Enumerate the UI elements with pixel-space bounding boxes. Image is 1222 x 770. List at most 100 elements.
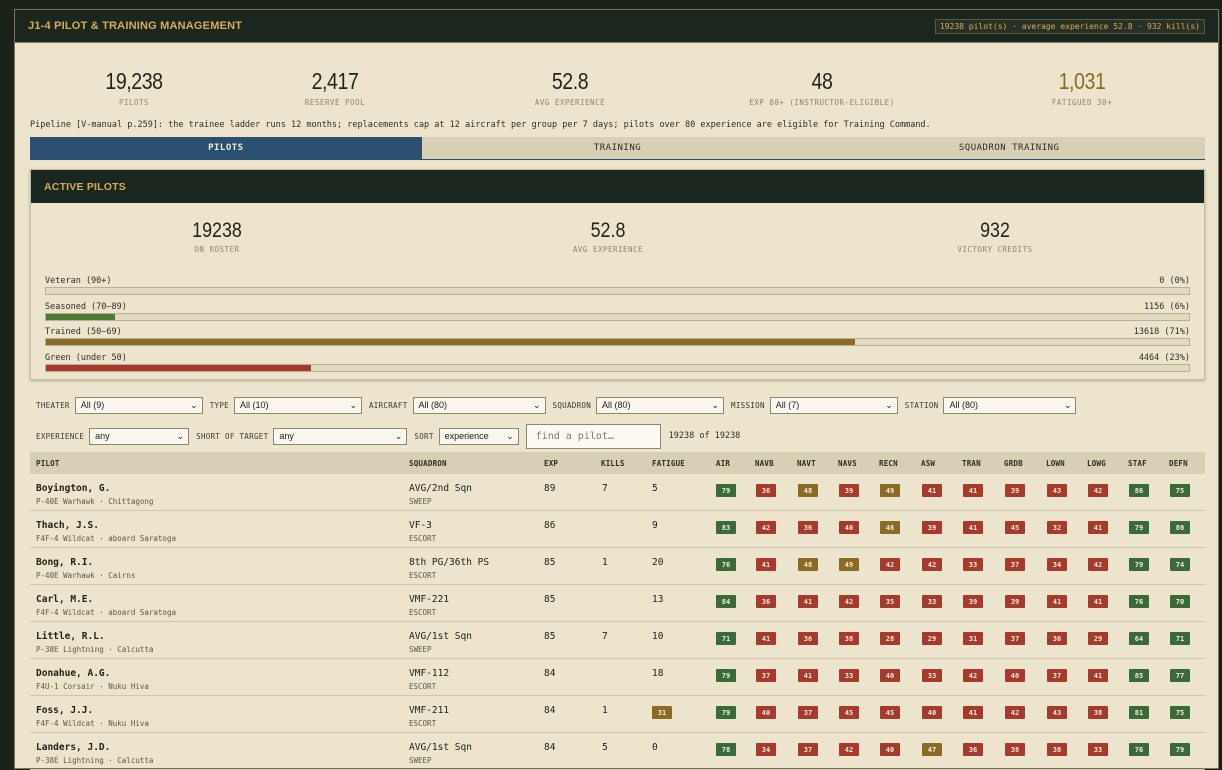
pilot-fatigue: 9 [652,520,658,531]
pilot-name[interactable]: Thach, J.S. [36,520,99,531]
skill-badge-defn: 71 [1170,632,1190,645]
column-header-pilot[interactable]: PILOT [36,459,60,468]
tab-training[interactable]: TRAINING [421,137,814,159]
column-header-asw[interactable]: ASW [921,459,935,468]
skill-badge-air: 84 [716,595,736,608]
column-header-staf[interactable]: STAF [1128,459,1147,468]
column-header-navb[interactable]: NAVB [755,459,774,468]
pilot-exp: 85 [544,631,556,642]
filter-short-of-target-select[interactable]: any ⌄ [273,427,408,445]
filter-label: THEATER [36,400,70,410]
pilot-exp: 84 [544,742,556,753]
band-fill [46,365,312,371]
table-row[interactable]: Thach, J.S. F4F-4 Wildcat · aboard Sarato… [30,511,1205,548]
column-header-kills[interactable]: KILLS [601,459,625,468]
skill-badge-lown: 36 [1047,632,1067,645]
kpi-value: 52.8 [551,68,589,94]
skill-badge-grdb: 42 [1005,706,1025,719]
skill-badge-asw: 47 [922,743,942,756]
tab-squadron-training[interactable]: SQUADRON TRAINING [813,137,1206,159]
filter-bar: THEATER All (9) ⌄ TYPE All (10) ⌄ AIRCRAFT All … [30,382,1205,452]
pilot-name[interactable]: Donahue, A.G. [36,668,110,679]
pilot-name[interactable]: Landers, J.D. [36,742,110,753]
chevron-down-icon: ⌄ [190,399,198,410]
pilot-fatigue: 5 [652,483,658,494]
column-header-exp[interactable]: EXP [544,459,558,468]
kpi-value: 2,417 [311,68,359,94]
pilot-kills: 7 [602,483,608,494]
kpi-value: 48 [811,68,833,94]
pilot-aircraft: F4F-4 Wildcat · aboard Saratoga [36,608,176,617]
table-row[interactable]: Little, R.L. P-38E Lightning · Calcutta AV… [30,622,1205,659]
column-header-navs[interactable]: NAVS [838,459,857,468]
skill-badge-navt: 37 [798,743,818,756]
table-row[interactable]: Carl, M.E. F4F-4 Wildcat · aboard Saratog… [30,585,1205,622]
column-header-recn[interactable]: RECN [879,459,898,468]
tab-pilots[interactable]: PILOTS [30,137,422,159]
filter-aircraft-select[interactable]: All (80) ⌄ [412,396,546,414]
pilot-name[interactable]: Boyington, G. [36,483,110,494]
pilot-name[interactable]: Little, R.L. [36,631,105,642]
filter-squadron-select[interactable]: All (80) ⌄ [596,396,725,414]
skill-badge-navt: 36 [798,632,818,645]
skill-badge-asw: 40 [922,706,942,719]
column-header-lown[interactable]: LOWN [1046,459,1065,468]
kpi-value: 19,238 [105,68,163,94]
table-row[interactable]: Foss, J.J. F4F-4 Wildcat · Nuku Hiva VMF-2… [30,696,1205,733]
filter-type-select[interactable]: All (10) ⌄ [233,396,362,414]
table-body: Boyington, G. P-40E Warhawk · Chittagong A… [30,474,1205,770]
pilot-search-input[interactable]: find a pilot… [525,423,661,449]
table-row[interactable]: Boyington, G. P-40E Warhawk · Chittagong A… [30,474,1205,511]
kpi-card: 52.8 AVG EXPERIENCE [460,68,680,107]
pilot-name[interactable]: Foss, J.J. [36,705,93,716]
filter-theater-select[interactable]: All (9) ⌄ [74,396,203,414]
pilot-name[interactable]: Bong, R.I. [36,557,93,568]
skill-badge-air: 76 [716,558,736,571]
skill-badge-navb: 41 [756,632,776,645]
pipeline-note: Pipeline [V-manual p.259]: the trainee l… [30,120,931,130]
band-count: 1156 (6%) [1143,302,1190,312]
skill-badge-lown: 32 [1047,521,1067,534]
column-header-squadron[interactable]: SQUADRON [409,459,447,468]
filter-station-select[interactable]: All (80) ⌄ [943,396,1077,414]
filter-label: MISSION [731,400,765,410]
table-header: PILOT SQUADRON EXP KILLS FATIGUE AIR NAVB NAVT N… [30,452,1205,474]
pilot-kills: 1 [602,557,608,568]
skill-badge-navb: 36 [756,484,776,497]
skill-badge-grdb: 37 [1005,558,1025,571]
filter-sort-select[interactable]: experience ⌄ [438,427,519,445]
skill-badge-staf: 76 [1129,595,1149,608]
pilot-mission: ESCORT [409,608,437,617]
chevron-down-icon: ⌄ [532,399,541,410]
roster-stat-value: 52.8 [590,219,626,242]
column-header-lowg[interactable]: LOWG [1087,459,1106,468]
kpi-label: RESERVE POOL [304,98,366,107]
column-header-fatigue[interactable]: FATIGUE [652,459,685,468]
filter-experience-select[interactable]: any ⌄ [89,427,190,445]
column-header-navt[interactable]: NAVT [797,459,816,468]
pilot-squadron: VMF-211 [409,705,450,716]
skill-badge-staf: 81 [1129,706,1149,719]
roster-stat-label: ON ROSTER [194,245,240,254]
table-row[interactable]: Landers, J.D. P-38E Lightning · Calcutta A… [30,733,1205,770]
table-row[interactable]: Donahue, A.G. F4U-1 Corsair · Nuku Hiva VM… [30,659,1205,696]
pilot-name[interactable]: Carl, M.E. [36,594,93,605]
result-count: 19238 of 19238 [668,431,741,441]
column-header-grdb[interactable]: GRDB [1004,459,1023,468]
filter-mission-select[interactable]: All (7) ⌄ [769,396,898,414]
column-header-air[interactable]: AIR [716,459,730,468]
skill-badge-asw: 39 [922,521,942,534]
skill-badge-lowg: 33 [1088,743,1108,756]
skill-badge-air: 71 [716,632,736,645]
select-value: experience [444,431,489,441]
kpi-card: 19,238 PILOTS [24,68,244,107]
column-header-tran[interactable]: TRAN [962,459,981,468]
skill-badge-navt: 36 [798,521,818,534]
column-header-defn[interactable]: DEFN [1169,459,1188,468]
skill-badge-defn: 80 [1170,521,1190,534]
filter-label: SHORT OF TARGET [196,431,269,441]
skill-badge-staf: 85 [1129,669,1149,682]
pilot-aircraft: F4F-4 Wildcat · aboard Saratoga [36,534,176,543]
experience-band: Seasoned (70–89) 1156 (6%) [45,302,1190,321]
table-row[interactable]: Bong, R.I. P-40E Warhawk · Cairns 8th PG/3… [30,548,1205,585]
